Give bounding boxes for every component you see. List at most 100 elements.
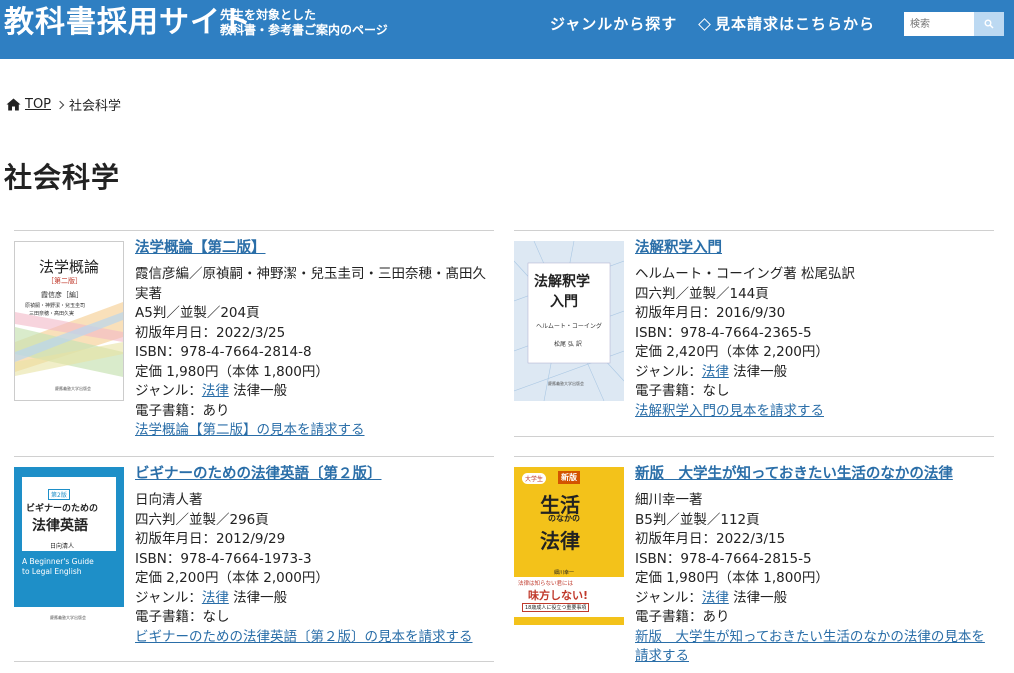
book-genre: ジャンル：法律 法律一般 (135, 382, 495, 402)
cover-title: 法学概論 (39, 258, 100, 276)
cover-authors-2: 三田奈穂・髙田久実 (29, 311, 75, 317)
book-cover[interactable]: 第2版 ビギナーのための 法律英語 日向清人 A Beginner's Guid… (14, 467, 124, 627)
nav-genre-link[interactable]: ジャンルから探す (550, 14, 677, 34)
cover-title-2: 法律英語 (32, 518, 88, 534)
book-isbn: ISBN：978-4-7664-2814-8 (135, 344, 312, 360)
book-card: 第2版 ビギナーのための 法律英語 日向清人 A Beginner's Guid… (14, 456, 494, 662)
breadcrumb-current: 社会科学 (69, 99, 122, 114)
book-ebook: 電子書籍：なし (135, 609, 230, 625)
book-cover[interactable]: 法学概論 ［第二版］ 霞信彦［編］ 原禎嗣・神野潔・兒玉圭司 三田奈穂・髙田久実… (14, 241, 124, 401)
diamond-icon (698, 17, 711, 31)
sample-request-link[interactable]: 法解釈学入門の見本を請求する (635, 402, 995, 422)
search-input[interactable] (904, 12, 974, 36)
book-info: 法学概論【第二版】 霞信彦編／原禎嗣・神野潔・兒玉圭司・三田奈穂・髙田久実著 A… (135, 237, 495, 441)
book-format: A5判／並製／204頁 (135, 305, 260, 321)
sample-request-link[interactable]: 法学概論【第二版】の見本を請求する (135, 421, 495, 441)
site-subtitle: 先生を対象とした 教科書・参考書ご案内のページ (220, 8, 388, 38)
book-title-link[interactable]: ビギナーのための法律英語〔第２版〕 (135, 463, 495, 485)
book-ebook: 電子書籍：あり (135, 402, 230, 419)
book-genre: ジャンル：法律 法律一般 (635, 363, 995, 383)
site-subtitle-line2: 教科書・参考書ご案内のページ (220, 23, 388, 37)
book-title-link[interactable]: 法解釈学入門 (635, 237, 995, 259)
genre-sub: 法律一般 (233, 589, 288, 606)
cover-title-2: 入門 (550, 294, 578, 310)
genre-prefix: ジャンル： (135, 383, 202, 399)
genre-prefix: ジャンル： (635, 363, 702, 380)
book-price: 定価 2,420円（本体 2,200円） (635, 344, 829, 360)
site-subtitle-line1: 先生を対象とした (220, 8, 317, 22)
cover-edition: ［第二版］ (47, 277, 82, 285)
book-date: 初版年月日：2022/3/15 (635, 531, 786, 547)
site-title[interactable]: 教科書採用サイト (4, 4, 252, 42)
book-card: 法学概論 ［第二版］ 霞信彦［編］ 原禎嗣・神野潔・兒玉圭司 三田奈穂・髙田久実… (14, 230, 494, 456)
book-info: ビギナーのための法律英語〔第２版〕 日向清人著 四六判／並製／296頁 初版年月… (135, 463, 495, 647)
cover-title-1: ビギナーのための (26, 504, 99, 514)
nav-sample-request-link[interactable]: 見本請求はこちらから (698, 14, 876, 34)
cover-banner: 法律は知らない君には 味方しない! 18歳成人に役立つ重要事項 (514, 577, 624, 617)
cover-banner-1: 法律は知らない君には (518, 581, 574, 587)
cover-translator: 松尾 弘 訳 (554, 341, 582, 348)
book-author: 日向清人著 (135, 492, 203, 508)
genre-sub: 法律一般 (733, 363, 788, 380)
cover-publisher: 慶應義塾大学出版会 (55, 386, 91, 391)
book-ebook: 電子書籍：なし (635, 383, 730, 399)
book-price: 定価 1,980円（本体 1,800円） (635, 570, 829, 586)
book-date: 初版年月日：2022/3/25 (135, 324, 286, 341)
book-isbn: ISBN：978-4-7664-2815-5 (635, 550, 812, 567)
book-author: 霞信彦編／原禎嗣・神野潔・兒玉圭司・三田奈穂・髙田久実著 (135, 266, 486, 302)
cover-en-1: A Beginner's Guide (22, 557, 94, 566)
book-author: ヘルムート・コーイング著 松尾弘訳 (635, 266, 856, 282)
cover-badge-new: 新版 (558, 471, 580, 484)
cover-title-3: 法律 (540, 529, 580, 553)
cover-title-2: のなかの (548, 514, 580, 523)
genre-sub: 法律一般 (233, 383, 288, 399)
search-button[interactable] (974, 12, 1004, 36)
page-title: 社会科学 (4, 161, 121, 194)
book-card: 大学生 新版 生活 のなかの 法律 細川幸一 法律は知らない君には 味方しない!… (514, 456, 994, 673)
search-box (904, 12, 1004, 36)
cover-title-1: 法解釈学 (534, 274, 590, 290)
search-icon (984, 19, 994, 29)
book-format: 四六判／並製／144頁 (635, 285, 769, 302)
book-info: 新版 大学生が知っておきたい生活のなかの法律 細川幸一著 B5判／並製／112頁… (635, 463, 995, 667)
cover-editor: 霞信彦［編］ (41, 291, 83, 299)
breadcrumb-home-link[interactable]: TOP (25, 97, 51, 112)
cover-en-2: to Legal English (22, 567, 82, 576)
cover-banner-2: 味方しない! (528, 589, 589, 602)
book-title-link[interactable]: 新版 大学生が知っておきたい生活のなかの法律 (635, 463, 995, 485)
genre-prefix: ジャンル： (135, 589, 202, 606)
cover-author: 細川幸一 (554, 570, 575, 576)
book-isbn: ISBN：978-4-7664-2365-5 (635, 324, 812, 341)
cover-edition: 第2版 (48, 489, 70, 500)
book-info: 法解釈学入門 ヘルムート・コーイング著 松尾弘訳 四六判／並製／144頁 初版年… (635, 237, 995, 421)
genre-link[interactable]: 法律 (202, 590, 229, 606)
cover-publisher: 慶應義塾大学出版会 (50, 615, 86, 620)
sample-request-link[interactable]: ビギナーのための法律英語〔第２版〕の見本を請求する (135, 628, 495, 648)
book-card: 法解釈学 入門 ヘルムート・コーイング 松尾 弘 訳 慶應義塾大学出版会 法解釈… (514, 230, 994, 437)
book-ebook: 電子書籍：あり (635, 609, 730, 625)
book-price: 定価 1,980円（本体 1,800円） (135, 363, 329, 380)
genre-link[interactable]: 法律 (202, 383, 229, 399)
book-title-link[interactable]: 法学概論【第二版】 (135, 237, 495, 259)
book-format: B5判／並製／112頁 (635, 511, 760, 528)
book-date: 初版年月日：2012/9/29 (135, 531, 286, 547)
sample-request-link[interactable]: 新版 大学生が知っておきたい生活のなかの法律の見本を請求する (635, 628, 995, 667)
site-header: 教科書採用サイト 先生を対象とした 教科書・参考書ご案内のページ ジャンルから探… (0, 0, 1014, 59)
breadcrumb: TOP 社会科学 (6, 95, 121, 114)
genre-link[interactable]: 法律 (702, 364, 729, 380)
chevron-right-icon (55, 100, 65, 109)
cover-publisher: 慶應義塾大学出版会 (548, 381, 584, 386)
book-genre: ジャンル：法律 法律一般 (635, 589, 995, 609)
book-cover[interactable]: 法解釈学 入門 ヘルムート・コーイング 松尾 弘 訳 慶應義塾大学出版会 (514, 241, 624, 401)
home-icon (6, 98, 21, 111)
book-cover[interactable]: 大学生 新版 生活 のなかの 法律 細川幸一 法律は知らない君には 味方しない!… (514, 467, 624, 625)
genre-sub: 法律一般 (733, 589, 788, 606)
book-date: 初版年月日：2016/9/30 (635, 305, 786, 321)
cover-badge-student: 大学生 (522, 473, 547, 484)
genre-link[interactable]: 法律 (702, 590, 729, 606)
cover-banner-3: 18歳成人に役立つ重要事項 (522, 603, 590, 612)
nav-sample-label: 見本請求はこちらから (715, 15, 876, 33)
book-price: 定価 2,200円（本体 2,000円） (135, 570, 329, 586)
book-genre: ジャンル：法律 法律一般 (135, 589, 495, 609)
book-isbn: ISBN：978-4-7664-1973-3 (135, 550, 312, 567)
